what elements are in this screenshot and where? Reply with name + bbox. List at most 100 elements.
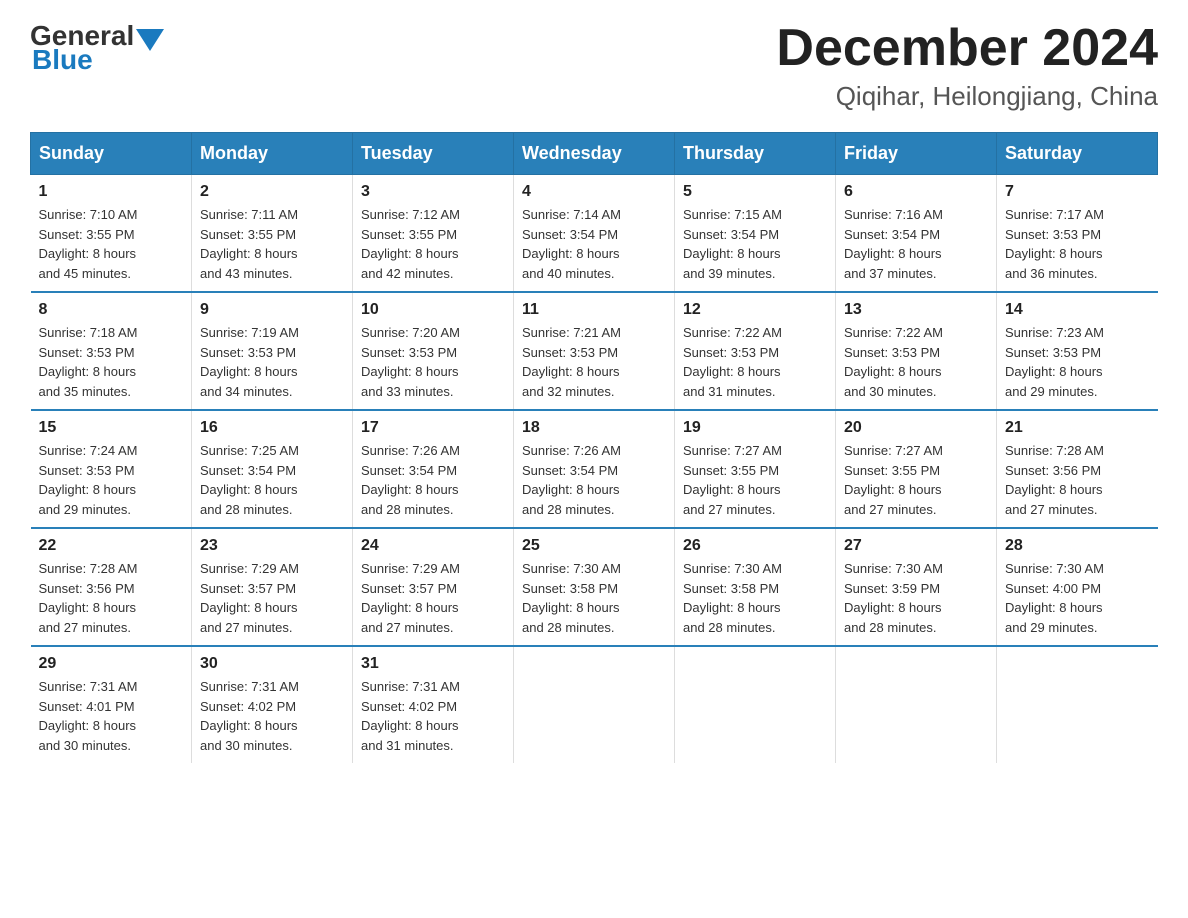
calendar-cell: 14 Sunrise: 7:23 AMSunset: 3:53 PMDaylig… [997, 292, 1158, 410]
calendar-table: SundayMondayTuesdayWednesdayThursdayFrid… [30, 132, 1158, 763]
day-number: 25 [522, 537, 666, 555]
day-info: Sunrise: 7:27 AMSunset: 3:55 PMDaylight:… [683, 441, 827, 519]
day-info: Sunrise: 7:10 AMSunset: 3:55 PMDaylight:… [39, 205, 184, 283]
calendar-cell: 24 Sunrise: 7:29 AMSunset: 3:57 PMDaylig… [353, 528, 514, 646]
day-number: 20 [844, 419, 988, 437]
day-info: Sunrise: 7:26 AMSunset: 3:54 PMDaylight:… [522, 441, 666, 519]
logo-triangle-icon [136, 29, 164, 51]
day-info: Sunrise: 7:25 AMSunset: 3:54 PMDaylight:… [200, 441, 344, 519]
calendar-week-row: 29 Sunrise: 7:31 AMSunset: 4:01 PMDaylig… [31, 646, 1158, 763]
calendar-cell: 10 Sunrise: 7:20 AMSunset: 3:53 PMDaylig… [353, 292, 514, 410]
day-number: 17 [361, 419, 505, 437]
day-info: Sunrise: 7:11 AMSunset: 3:55 PMDaylight:… [200, 205, 344, 283]
calendar-cell: 16 Sunrise: 7:25 AMSunset: 3:54 PMDaylig… [192, 410, 353, 528]
weekday-header-thursday: Thursday [675, 133, 836, 175]
calendar-cell: 30 Sunrise: 7:31 AMSunset: 4:02 PMDaylig… [192, 646, 353, 763]
day-info: Sunrise: 7:28 AMSunset: 3:56 PMDaylight:… [39, 559, 184, 637]
day-number: 6 [844, 183, 988, 201]
day-number: 27 [844, 537, 988, 555]
calendar-cell [997, 646, 1158, 763]
title-area: December 2024 Qiqihar, Heilongjiang, Chi… [776, 20, 1158, 112]
day-info: Sunrise: 7:30 AMSunset: 3:59 PMDaylight:… [844, 559, 988, 637]
calendar-cell: 18 Sunrise: 7:26 AMSunset: 3:54 PMDaylig… [514, 410, 675, 528]
day-info: Sunrise: 7:31 AMSunset: 4:01 PMDaylight:… [39, 677, 184, 755]
page-header: General Blue December 2024 Qiqihar, Heil… [30, 20, 1158, 112]
calendar-cell [675, 646, 836, 763]
day-number: 16 [200, 419, 344, 437]
day-number: 1 [39, 183, 184, 201]
calendar-cell: 25 Sunrise: 7:30 AMSunset: 3:58 PMDaylig… [514, 528, 675, 646]
day-info: Sunrise: 7:27 AMSunset: 3:55 PMDaylight:… [844, 441, 988, 519]
day-info: Sunrise: 7:30 AMSunset: 4:00 PMDaylight:… [1005, 559, 1150, 637]
calendar-cell: 22 Sunrise: 7:28 AMSunset: 3:56 PMDaylig… [31, 528, 192, 646]
day-number: 15 [39, 419, 184, 437]
day-number: 26 [683, 537, 827, 555]
calendar-cell: 2 Sunrise: 7:11 AMSunset: 3:55 PMDayligh… [192, 175, 353, 293]
weekday-header-saturday: Saturday [997, 133, 1158, 175]
calendar-cell: 31 Sunrise: 7:31 AMSunset: 4:02 PMDaylig… [353, 646, 514, 763]
calendar-week-row: 15 Sunrise: 7:24 AMSunset: 3:53 PMDaylig… [31, 410, 1158, 528]
calendar-week-row: 1 Sunrise: 7:10 AMSunset: 3:55 PMDayligh… [31, 175, 1158, 293]
day-info: Sunrise: 7:22 AMSunset: 3:53 PMDaylight:… [844, 323, 988, 401]
day-info: Sunrise: 7:30 AMSunset: 3:58 PMDaylight:… [522, 559, 666, 637]
day-info: Sunrise: 7:14 AMSunset: 3:54 PMDaylight:… [522, 205, 666, 283]
day-info: Sunrise: 7:20 AMSunset: 3:53 PMDaylight:… [361, 323, 505, 401]
calendar-week-row: 8 Sunrise: 7:18 AMSunset: 3:53 PMDayligh… [31, 292, 1158, 410]
day-number: 2 [200, 183, 344, 201]
day-info: Sunrise: 7:15 AMSunset: 3:54 PMDaylight:… [683, 205, 827, 283]
weekday-header-wednesday: Wednesday [514, 133, 675, 175]
day-info: Sunrise: 7:31 AMSunset: 4:02 PMDaylight:… [200, 677, 344, 755]
day-info: Sunrise: 7:17 AMSunset: 3:53 PMDaylight:… [1005, 205, 1150, 283]
calendar-cell: 8 Sunrise: 7:18 AMSunset: 3:53 PMDayligh… [31, 292, 192, 410]
day-number: 11 [522, 301, 666, 319]
calendar-cell: 9 Sunrise: 7:19 AMSunset: 3:53 PMDayligh… [192, 292, 353, 410]
weekday-header-monday: Monday [192, 133, 353, 175]
day-number: 30 [200, 655, 344, 673]
day-number: 14 [1005, 301, 1150, 319]
day-info: Sunrise: 7:30 AMSunset: 3:58 PMDaylight:… [683, 559, 827, 637]
weekday-header-tuesday: Tuesday [353, 133, 514, 175]
logo-blue-text: Blue [30, 44, 93, 76]
day-info: Sunrise: 7:22 AMSunset: 3:53 PMDaylight:… [683, 323, 827, 401]
day-number: 31 [361, 655, 505, 673]
day-info: Sunrise: 7:19 AMSunset: 3:53 PMDaylight:… [200, 323, 344, 401]
day-number: 29 [39, 655, 184, 673]
calendar-cell: 17 Sunrise: 7:26 AMSunset: 3:54 PMDaylig… [353, 410, 514, 528]
day-info: Sunrise: 7:12 AMSunset: 3:55 PMDaylight:… [361, 205, 505, 283]
calendar-cell: 4 Sunrise: 7:14 AMSunset: 3:54 PMDayligh… [514, 175, 675, 293]
calendar-cell: 20 Sunrise: 7:27 AMSunset: 3:55 PMDaylig… [836, 410, 997, 528]
day-info: Sunrise: 7:16 AMSunset: 3:54 PMDaylight:… [844, 205, 988, 283]
day-number: 13 [844, 301, 988, 319]
calendar-week-row: 22 Sunrise: 7:28 AMSunset: 3:56 PMDaylig… [31, 528, 1158, 646]
day-info: Sunrise: 7:31 AMSunset: 4:02 PMDaylight:… [361, 677, 505, 755]
calendar-cell: 27 Sunrise: 7:30 AMSunset: 3:59 PMDaylig… [836, 528, 997, 646]
calendar-cell [836, 646, 997, 763]
day-number: 18 [522, 419, 666, 437]
day-number: 12 [683, 301, 827, 319]
calendar-cell: 29 Sunrise: 7:31 AMSunset: 4:01 PMDaylig… [31, 646, 192, 763]
day-number: 8 [39, 301, 184, 319]
calendar-cell: 13 Sunrise: 7:22 AMSunset: 3:53 PMDaylig… [836, 292, 997, 410]
calendar-cell: 21 Sunrise: 7:28 AMSunset: 3:56 PMDaylig… [997, 410, 1158, 528]
day-info: Sunrise: 7:26 AMSunset: 3:54 PMDaylight:… [361, 441, 505, 519]
day-info: Sunrise: 7:29 AMSunset: 3:57 PMDaylight:… [361, 559, 505, 637]
calendar-cell: 11 Sunrise: 7:21 AMSunset: 3:53 PMDaylig… [514, 292, 675, 410]
day-number: 9 [200, 301, 344, 319]
day-number: 19 [683, 419, 827, 437]
location-title: Qiqihar, Heilongjiang, China [776, 81, 1158, 112]
month-title: December 2024 [776, 20, 1158, 77]
calendar-cell: 15 Sunrise: 7:24 AMSunset: 3:53 PMDaylig… [31, 410, 192, 528]
day-info: Sunrise: 7:18 AMSunset: 3:53 PMDaylight:… [39, 323, 184, 401]
day-number: 5 [683, 183, 827, 201]
day-number: 4 [522, 183, 666, 201]
day-number: 28 [1005, 537, 1150, 555]
weekday-header-sunday: Sunday [31, 133, 192, 175]
day-number: 3 [361, 183, 505, 201]
calendar-cell: 7 Sunrise: 7:17 AMSunset: 3:53 PMDayligh… [997, 175, 1158, 293]
calendar-cell [514, 646, 675, 763]
calendar-cell: 6 Sunrise: 7:16 AMSunset: 3:54 PMDayligh… [836, 175, 997, 293]
calendar-cell: 23 Sunrise: 7:29 AMSunset: 3:57 PMDaylig… [192, 528, 353, 646]
day-number: 23 [200, 537, 344, 555]
calendar-cell: 5 Sunrise: 7:15 AMSunset: 3:54 PMDayligh… [675, 175, 836, 293]
day-number: 21 [1005, 419, 1150, 437]
